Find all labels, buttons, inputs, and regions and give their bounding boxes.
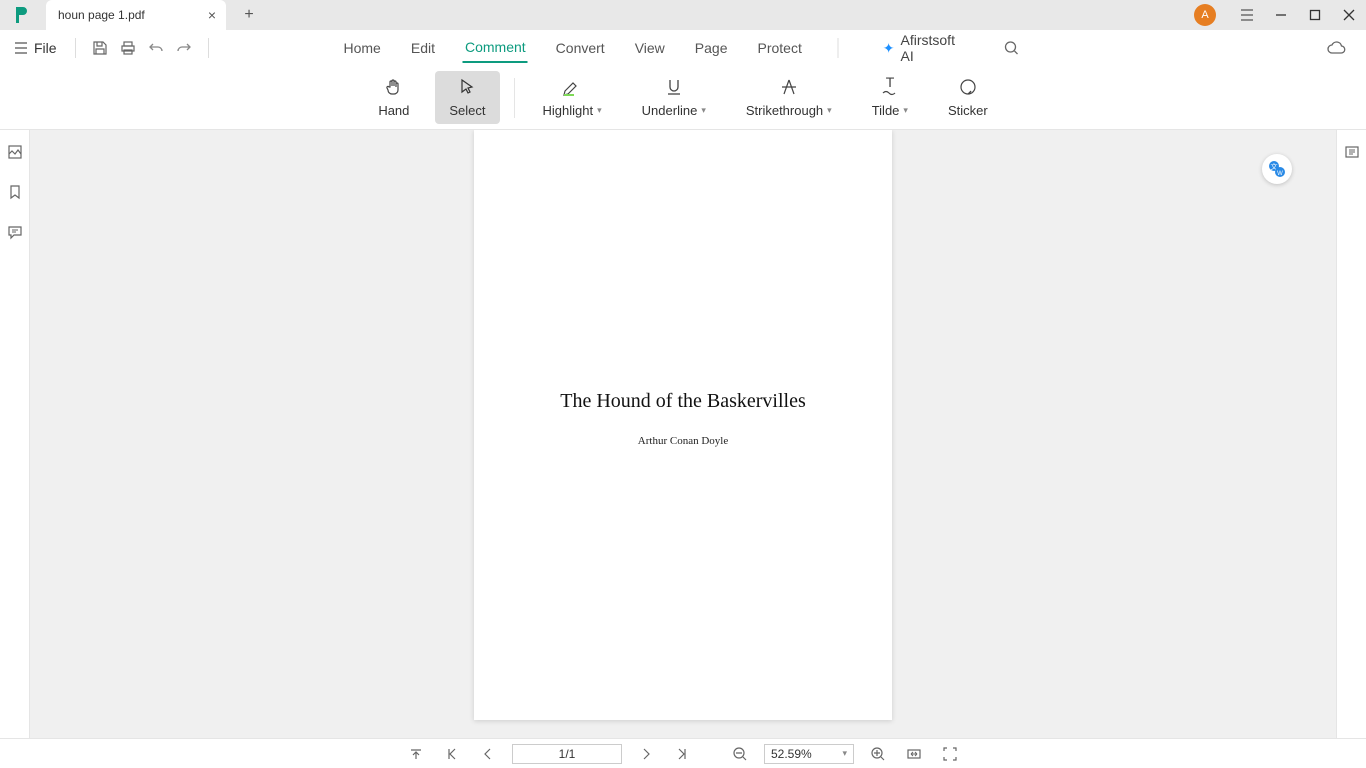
main-area: The Hound of the Baskervilles Arthur Con… — [0, 130, 1366, 738]
svg-text:T: T — [886, 77, 895, 90]
tool-tilde[interactable]: T Tilde▾ — [858, 71, 922, 124]
search-button[interactable] — [999, 34, 1024, 62]
menu-convert[interactable]: Convert — [554, 34, 607, 62]
sticker-icon — [958, 77, 978, 97]
chevron-down-icon: ▾ — [827, 105, 832, 116]
tool-hand[interactable]: Hand — [364, 71, 423, 124]
menu-home[interactable]: Home — [342, 34, 383, 62]
divider — [208, 38, 209, 58]
file-menu[interactable]: File — [6, 36, 65, 60]
pdf-page: The Hound of the Baskervilles Arthur Con… — [474, 130, 892, 720]
menu-protect[interactable]: Protect — [756, 34, 804, 62]
left-rail — [0, 130, 30, 738]
underline-icon — [664, 77, 684, 97]
app-menu-button[interactable] — [1230, 0, 1264, 30]
hamburger-icon — [14, 41, 28, 55]
ai-button[interactable]: ✦ Afirstsoft AI — [873, 28, 973, 68]
undo-button[interactable] — [142, 34, 170, 62]
svg-text:W: W — [1277, 171, 1283, 177]
tab-title: houn page 1.pdf — [58, 8, 145, 22]
tool-underline[interactable]: Underline▾ — [628, 71, 720, 124]
tool-select[interactable]: Select — [435, 71, 499, 124]
hand-icon — [384, 77, 404, 97]
ai-label: Afirstsoft AI — [901, 32, 964, 64]
minimize-button[interactable] — [1264, 0, 1298, 30]
save-button[interactable] — [86, 34, 114, 62]
menu-edit[interactable]: Edit — [409, 34, 437, 62]
cursor-icon — [457, 77, 477, 97]
cloud-button[interactable] — [1326, 40, 1366, 56]
new-tab-button[interactable]: + — [234, 0, 264, 30]
first-page-icon[interactable] — [440, 747, 464, 761]
translate-badge[interactable]: 文W — [1262, 154, 1292, 184]
menu-comment[interactable]: Comment — [463, 33, 528, 63]
close-button[interactable] — [1332, 0, 1366, 30]
divider — [75, 38, 76, 58]
zoom-in-icon[interactable] — [866, 746, 890, 762]
document-tab[interactable]: houn page 1.pdf × — [46, 0, 226, 30]
page-number-input[interactable] — [512, 744, 622, 764]
tool-strikethrough[interactable]: Strikethrough▾ — [732, 71, 846, 124]
scroll-top-icon[interactable] — [404, 747, 428, 761]
toolbar: Hand Select Highlight▾ Underline▾ Strike… — [0, 66, 1366, 130]
chevron-down-icon: ▾ — [701, 105, 706, 116]
tool-highlight[interactable]: Highlight▾ — [529, 71, 616, 124]
last-page-icon[interactable] — [670, 747, 694, 761]
file-label: File — [34, 40, 57, 56]
next-page-icon[interactable] — [634, 747, 658, 761]
document-canvas[interactable]: The Hound of the Baskervilles Arthur Con… — [30, 130, 1336, 738]
menu-view[interactable]: View — [633, 34, 667, 62]
bookmark-icon[interactable] — [7, 184, 23, 200]
zoom-select[interactable]: 52.59% ▾ — [764, 744, 854, 764]
prev-page-icon[interactable] — [476, 747, 500, 761]
chevron-down-icon: ▾ — [903, 105, 908, 116]
fit-width-icon[interactable] — [902, 746, 926, 762]
strikethrough-icon — [779, 77, 799, 97]
comments-icon[interactable] — [7, 224, 23, 240]
divider — [838, 38, 839, 58]
highlighter-icon — [561, 77, 583, 97]
properties-icon[interactable] — [1344, 144, 1360, 160]
tab-close-icon[interactable]: × — [208, 7, 216, 23]
divider — [514, 78, 515, 118]
sparkle-icon: ✦ — [883, 40, 895, 57]
menubar: Home Edit Comment Convert View Page Prot… — [342, 28, 1025, 68]
avatar[interactable]: A — [1194, 4, 1216, 26]
app-logo — [8, 1, 36, 29]
maximize-button[interactable] — [1298, 0, 1332, 30]
titlebar: houn page 1.pdf × + A — [0, 0, 1366, 30]
print-button[interactable] — [114, 34, 142, 62]
document-title: The Hound of the Baskervilles — [474, 390, 892, 413]
fit-page-icon[interactable] — [938, 746, 962, 762]
thumbnails-icon[interactable] — [7, 144, 23, 160]
tilde-icon: T — [879, 77, 901, 97]
right-rail — [1336, 130, 1366, 738]
chevron-down-icon: ▾ — [597, 105, 602, 116]
document-author: Arthur Conan Doyle — [474, 435, 892, 447]
statusbar: 52.59% ▾ — [0, 738, 1366, 768]
chevron-down-icon: ▾ — [842, 748, 847, 759]
redo-button[interactable] — [170, 34, 198, 62]
tool-sticker[interactable]: Sticker — [934, 71, 1002, 124]
zoom-out-icon[interactable] — [728, 746, 752, 762]
menu-page[interactable]: Page — [693, 34, 730, 62]
